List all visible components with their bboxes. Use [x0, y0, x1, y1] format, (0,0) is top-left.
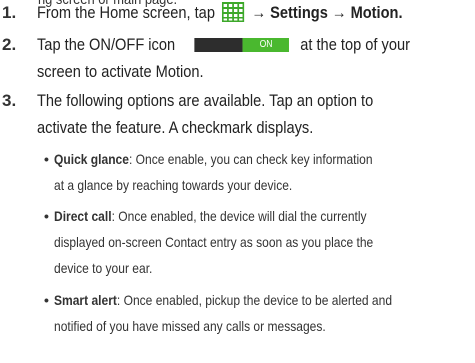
toggle-off-segment: [194, 38, 243, 52]
on-off-toggle-icon: ON: [194, 36, 290, 54]
step-number: 2.: [2, 35, 17, 54]
bullet-line: notified of you have missed any calls or…: [54, 318, 326, 334]
apps-grid-icon: [221, 2, 244, 22]
bullet-line: Quick glance: Once enable, you can check…: [54, 148, 373, 170]
bullet-line: displayed on-screen Contact entry as soo…: [54, 234, 374, 250]
step-number: 3.: [2, 91, 17, 110]
bullet-text: : Once enabled, the device will dial the…: [111, 208, 367, 224]
step-line: activate the feature. A checkmark displa…: [37, 118, 314, 137]
bullet-text: : Once enabled, pickup the device to be …: [116, 292, 393, 308]
bullet-term: Smart alert: [54, 292, 117, 308]
bullet-line: device to your ear.: [54, 260, 153, 276]
step-number: 1.: [2, 3, 17, 22]
step-line: From the Home screen, tap → Settings → M…: [37, 1, 403, 25]
bullet-term: Direct call: [54, 208, 112, 224]
manual-page: ng screen or main page. 1. From the Home…: [0, 0, 475, 363]
bullet-term: Quick glance: [54, 151, 129, 167]
bullet-symbol: •: [44, 292, 49, 308]
step-text: at the top of your: [300, 35, 410, 54]
bullet-symbol: •: [44, 208, 49, 224]
bullet-text: : Once enable, you can check key informa…: [128, 151, 373, 167]
step-line: Tap the ON/OFF icon ON at the top of you…: [37, 33, 410, 57]
step-line: screen to activate Motion.: [37, 62, 204, 81]
step-line: The following options are available. Tap…: [37, 91, 374, 110]
bullet-symbol: •: [44, 151, 49, 167]
step-text-bold: → Settings → Motion.: [251, 3, 403, 22]
bullet-line: at a glance by reaching towards your dev…: [54, 177, 293, 193]
bullet-line: Direct call: Once enabled, the device wi…: [54, 205, 367, 227]
step-text: From the Home screen, tap: [37, 3, 215, 22]
step-text: Tap the ON/OFF icon: [37, 35, 176, 54]
toggle-on-label: ON: [242, 38, 290, 52]
bullet-line: Smart alert: Once enabled, pickup the de…: [54, 289, 392, 311]
